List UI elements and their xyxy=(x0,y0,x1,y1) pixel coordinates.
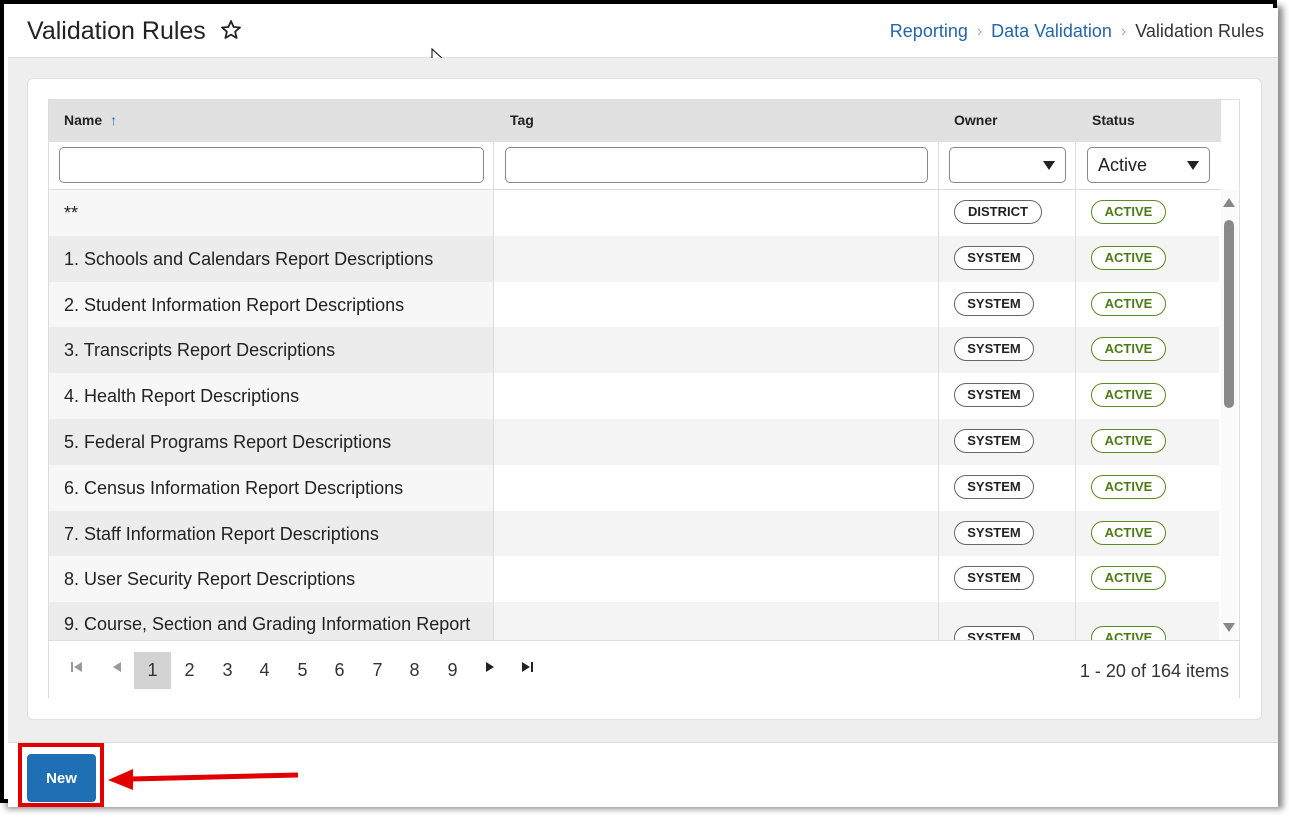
page-5-button[interactable]: 5 xyxy=(284,652,321,689)
page-6-button[interactable]: 6 xyxy=(321,652,358,689)
page-2-button[interactable]: 2 xyxy=(171,652,208,689)
rule-name[interactable]: 4. Health Report Descriptions xyxy=(64,386,299,407)
table-row[interactable]: 7. Staff Information Report Descriptions… xyxy=(49,511,1219,557)
dropdown-arrow-icon xyxy=(1043,161,1055,170)
column-header-owner[interactable]: Owner xyxy=(954,112,998,128)
vertical-scrollbar[interactable] xyxy=(1221,190,1237,640)
rule-name[interactable]: 8. User Security Report Descriptions xyxy=(64,569,355,590)
table-row[interactable]: 6. Census Information Report Description… xyxy=(49,465,1219,511)
breadcrumb: Reporting › Data Validation › Validation… xyxy=(890,21,1264,42)
content-area: Name ↑ Tag Owner Status Active ** DISTRI… xyxy=(8,58,1278,743)
rule-name[interactable]: 6. Census Information Report Description… xyxy=(64,478,403,499)
column-divider xyxy=(493,190,494,640)
owner-badge: SYSTEM xyxy=(954,337,1034,361)
column-divider xyxy=(493,142,494,189)
page-header: Validation Rules Reporting › Data Valida… xyxy=(8,8,1278,69)
column-header-status[interactable]: Status xyxy=(1092,112,1135,128)
chevron-right-icon: › xyxy=(1120,22,1127,40)
table-row[interactable]: ** DISTRICT ACTIVE xyxy=(49,190,1219,236)
owner-badge: SYSTEM xyxy=(954,521,1034,545)
rule-name[interactable]: ** xyxy=(64,203,78,224)
pager-info: 1 - 20 of 164 items xyxy=(1079,661,1229,681)
rule-name[interactable]: 9. Course, Section and Grading Informati… xyxy=(64,614,470,635)
page-9-button[interactable]: 9 xyxy=(434,652,471,689)
owner-filter-select[interactable] xyxy=(949,147,1066,183)
scrollbar-thumb[interactable] xyxy=(1224,220,1234,408)
status-filter-select[interactable]: Active xyxy=(1087,147,1210,183)
owner-badge: SYSTEM xyxy=(954,246,1034,270)
last-page-icon[interactable] xyxy=(522,662,534,672)
breadcrumb-current: Validation Rules xyxy=(1135,21,1264,41)
table-row[interactable]: 8. User Security Report Descriptions SYS… xyxy=(49,556,1219,602)
filter-row: Active xyxy=(49,142,1221,190)
status-badge: ACTIVE xyxy=(1091,246,1166,270)
page-1-button[interactable]: 1 xyxy=(134,652,171,689)
next-page-icon[interactable] xyxy=(486,662,495,672)
breadcrumb-data-validation[interactable]: Data Validation xyxy=(991,21,1112,42)
status-badge: ACTIVE xyxy=(1091,383,1166,407)
pagination: 1 2 3 4 5 6 7 8 9 1 - 20 of 164 items xyxy=(49,640,1239,698)
page-7-button[interactable]: 7 xyxy=(359,652,396,689)
first-page-icon[interactable] xyxy=(71,662,83,672)
column-divider xyxy=(938,190,939,640)
rule-name[interactable]: 3. Transcripts Report Descriptions xyxy=(64,340,335,361)
column-divider xyxy=(1075,142,1076,189)
owner-badge: SYSTEM xyxy=(954,626,1034,640)
action-bar: New xyxy=(8,743,1278,807)
column-header-name[interactable]: Name ↑ xyxy=(64,112,117,128)
column-header-tag[interactable]: Tag xyxy=(510,112,534,128)
scroll-up-arrow-icon[interactable] xyxy=(1223,198,1235,207)
name-filter-input[interactable] xyxy=(59,147,484,183)
table-row[interactable]: 2. Student Information Report Descriptio… xyxy=(49,282,1219,328)
owner-badge: SYSTEM xyxy=(954,475,1034,499)
annotation-arrow-icon xyxy=(108,769,299,790)
owner-badge: SYSTEM xyxy=(954,292,1034,316)
rule-name[interactable]: 5. Federal Programs Report Descriptions xyxy=(64,432,391,453)
grid-card: Name ↑ Tag Owner Status Active ** DISTRI… xyxy=(27,78,1262,720)
status-badge: ACTIVE xyxy=(1091,475,1166,499)
table-row[interactable]: 3. Transcripts Report Descriptions SYSTE… xyxy=(49,327,1219,373)
tag-filter-input[interactable] xyxy=(505,147,928,183)
owner-badge: SYSTEM xyxy=(954,566,1034,590)
status-badge: ACTIVE xyxy=(1091,626,1166,640)
status-badge: ACTIVE xyxy=(1091,429,1166,453)
dropdown-arrow-icon xyxy=(1187,161,1199,170)
page-4-button[interactable]: 4 xyxy=(246,652,283,689)
previous-page-icon[interactable] xyxy=(112,662,121,672)
table-row[interactable]: 1. Schools and Calendars Report Descript… xyxy=(49,236,1219,282)
app-window: Validation Rules Reporting › Data Valida… xyxy=(0,0,1278,807)
rule-name[interactable]: 1. Schools and Calendars Report Descript… xyxy=(64,249,433,270)
table-row[interactable]: 5. Federal Programs Report Descriptions … xyxy=(49,419,1219,465)
annotation-highlight-box xyxy=(18,743,104,807)
column-divider xyxy=(938,142,939,189)
owner-badge: SYSTEM xyxy=(954,383,1034,407)
rule-name[interactable]: 7. Staff Information Report Descriptions xyxy=(64,524,379,545)
status-badge: ACTIVE xyxy=(1091,337,1166,361)
status-badge: ACTIVE xyxy=(1091,292,1166,316)
breadcrumb-reporting[interactable]: Reporting xyxy=(890,21,968,42)
star-outline-icon[interactable] xyxy=(219,18,243,42)
grid-header: Name ↑ Tag Owner Status xyxy=(49,100,1221,142)
owner-badge: SYSTEM xyxy=(954,429,1034,453)
page-3-button[interactable]: 3 xyxy=(209,652,246,689)
status-badge: ACTIVE xyxy=(1091,566,1166,590)
scroll-down-arrow-icon[interactable] xyxy=(1223,623,1235,632)
owner-badge: DISTRICT xyxy=(954,200,1042,224)
column-divider xyxy=(1075,190,1076,640)
page-8-button[interactable]: 8 xyxy=(396,652,433,689)
rule-name[interactable]: 2. Student Information Report Descriptio… xyxy=(64,295,404,316)
page-title: Validation Rules xyxy=(27,17,206,45)
table-row[interactable]: 9. Course, Section and Grading Informati… xyxy=(49,602,1219,640)
validation-rules-grid: Name ↑ Tag Owner Status Active ** DISTRI… xyxy=(48,99,1240,698)
grid-body: ** DISTRICT ACTIVE 1. Schools and Calend… xyxy=(49,190,1219,640)
table-row[interactable]: 4. Health Report Descriptions SYSTEM ACT… xyxy=(49,373,1219,419)
status-badge: ACTIVE xyxy=(1091,200,1166,224)
chevron-right-icon: › xyxy=(976,22,983,40)
sort-ascending-icon: ↑ xyxy=(110,112,118,128)
status-badge: ACTIVE xyxy=(1091,521,1166,545)
